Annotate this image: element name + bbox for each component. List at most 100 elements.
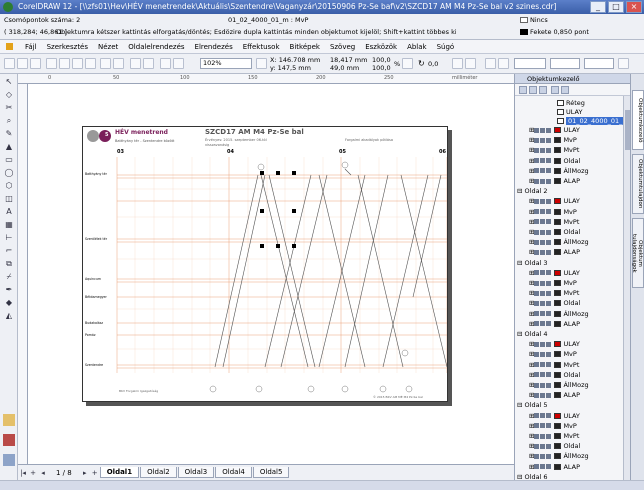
menu-arrange[interactable]: Elrendezés — [195, 43, 233, 51]
show-properties-icon[interactable] — [519, 86, 527, 94]
import-icon[interactable] — [130, 58, 141, 69]
layer-row[interactable]: ⊞ MvPt — [529, 145, 579, 155]
smart-fill-icon[interactable]: ▲ — [3, 141, 15, 153]
cut-icon[interactable] — [59, 58, 70, 69]
paste-icon[interactable] — [85, 58, 96, 69]
lock-ratio-icon[interactable] — [402, 58, 413, 69]
print-icon[interactable] — [540, 300, 546, 306]
edit-icon[interactable] — [546, 351, 552, 357]
eye-icon[interactable] — [534, 423, 540, 429]
menu-layout[interactable]: Oldalelrendezés — [128, 43, 184, 51]
line-width-select[interactable] — [514, 58, 546, 69]
crop-tool-icon[interactable]: ✂ — [3, 102, 15, 114]
page-tab-2[interactable]: Oldal2 — [140, 467, 177, 478]
page-tab-3[interactable]: Oldal3 — [177, 467, 215, 478]
print-icon[interactable] — [540, 280, 546, 286]
eye-icon[interactable] — [534, 147, 540, 153]
blend-tool-icon[interactable]: ⧉ — [3, 258, 15, 270]
add-page-icon[interactable]: + — [28, 469, 38, 477]
eye-icon[interactable] — [534, 321, 540, 327]
edit-icon[interactable] — [546, 209, 552, 215]
layer-row[interactable]: ⊞ ULAY — [529, 196, 580, 206]
export-icon[interactable] — [143, 58, 154, 69]
print-icon[interactable] — [540, 249, 546, 255]
eye-icon[interactable] — [534, 280, 540, 286]
eye-icon[interactable] — [534, 219, 540, 225]
print-icon[interactable] — [46, 58, 57, 69]
print-icon[interactable] — [540, 229, 546, 235]
side-tab-object-properties[interactable]: Objektum tulajdonságok — [631, 218, 644, 288]
eye-icon[interactable] — [534, 341, 540, 347]
print-icon[interactable] — [540, 362, 546, 368]
menu-edit[interactable]: Szerkesztés — [47, 43, 88, 51]
end-arrow-select[interactable] — [584, 58, 614, 69]
height-field[interactable]: 49,0 mm — [330, 64, 359, 72]
print-icon[interactable] — [540, 464, 546, 470]
edit-icon[interactable] — [546, 382, 552, 388]
eyedropper-tool-icon[interactable]: ⌿ — [3, 271, 15, 283]
menu-file[interactable]: Fájl — [25, 43, 37, 51]
docker-icon[interactable] — [3, 414, 15, 426]
edit-icon[interactable] — [546, 168, 552, 174]
pick-tool-icon[interactable]: ↖ — [3, 76, 15, 88]
page-tab-4[interactable]: Oldal4 — [215, 467, 252, 478]
layer-row[interactable]: ⊞ Oldal — [529, 370, 580, 380]
freehand-tool-icon[interactable]: ✎ — [3, 128, 15, 140]
page-node[interactable]: ⊟ Oldal 2 — [517, 186, 548, 196]
new-icon[interactable] — [4, 58, 15, 69]
edit-icon[interactable] — [546, 372, 552, 378]
edit-icon[interactable] — [546, 464, 552, 470]
vertical-ruler[interactable] — [18, 84, 28, 464]
edit-icon[interactable] — [546, 433, 552, 439]
eye-icon[interactable] — [534, 464, 540, 470]
layer-row[interactable]: ⊞ ALAP — [529, 247, 580, 257]
print-icon[interactable] — [540, 209, 546, 215]
edit-icon[interactable] — [546, 321, 552, 327]
curve-tool-icon[interactable] — [498, 58, 509, 69]
expand-icon[interactable]: ⊟ — [517, 401, 525, 409]
scale-y-field[interactable]: 100,0 — [372, 64, 391, 72]
redo-icon[interactable] — [113, 58, 124, 69]
edit-icon[interactable] — [546, 147, 552, 153]
layer-row[interactable]: ⊞ MvP — [529, 278, 577, 288]
print-icon[interactable] — [540, 413, 546, 419]
layer-row[interactable]: ⊞ MvPt — [529, 431, 579, 441]
layer-row[interactable]: ⊞ MvPt — [529, 288, 579, 298]
eye-icon[interactable] — [534, 362, 540, 368]
layer-list[interactable]: Réteg ULAY 01_02_4000_01_ ⊞ ULAY ⊞ MvP ⊞ MvPt ⊞ Ol… — [515, 96, 623, 480]
print-icon[interactable] — [540, 321, 546, 327]
new-layer-icon[interactable] — [551, 86, 559, 94]
print-icon[interactable] — [540, 453, 546, 459]
print-icon[interactable] — [540, 137, 546, 143]
minimize-button[interactable]: _ — [590, 1, 606, 13]
edit-icon[interactable] — [546, 300, 552, 306]
print-icon[interactable] — [540, 239, 546, 245]
zoom-tool-icon[interactable]: ⌕ — [3, 115, 15, 127]
layer-row[interactable]: ⊞ ULAY — [529, 268, 580, 278]
print-icon[interactable] — [540, 443, 546, 449]
edit-icon[interactable] — [546, 443, 552, 449]
menu-window[interactable]: Ablak — [407, 43, 427, 51]
eye-icon[interactable] — [534, 229, 540, 235]
layer-row[interactable]: ⊞ ÁllMozg — [529, 380, 589, 390]
maximize-button[interactable]: □ — [608, 1, 624, 13]
layer-row[interactable]: ⊞ ÁllMozg — [529, 166, 589, 176]
eye-icon[interactable] — [534, 453, 540, 459]
page-tab-1[interactable]: Oldal1 — [99, 467, 140, 478]
next-page-icon[interactable]: ▸ — [80, 469, 90, 477]
print-icon[interactable] — [540, 168, 546, 174]
layer-row[interactable]: ⊞ ÁllMozg — [529, 309, 589, 319]
menu-text[interactable]: Szöveg — [330, 43, 355, 51]
document-page[interactable]: HÉV menetrend 5 Batthyány tér - Szentend… — [82, 126, 448, 402]
convert-curve-icon[interactable] — [618, 58, 629, 69]
edit-icon[interactable] — [546, 178, 552, 184]
print-icon[interactable] — [540, 351, 546, 357]
edit-icon[interactable] — [546, 341, 552, 347]
menu-bitmaps[interactable]: Bitképek — [290, 43, 320, 51]
edit-icon[interactable] — [546, 453, 552, 459]
menu-view[interactable]: Nézet — [98, 43, 118, 51]
edit-icon[interactable] — [546, 290, 552, 296]
width-field[interactable]: 18,417 mm — [330, 56, 367, 64]
layer-row[interactable]: ⊞ ALAP — [529, 176, 580, 186]
edit-icon[interactable] — [546, 198, 552, 204]
